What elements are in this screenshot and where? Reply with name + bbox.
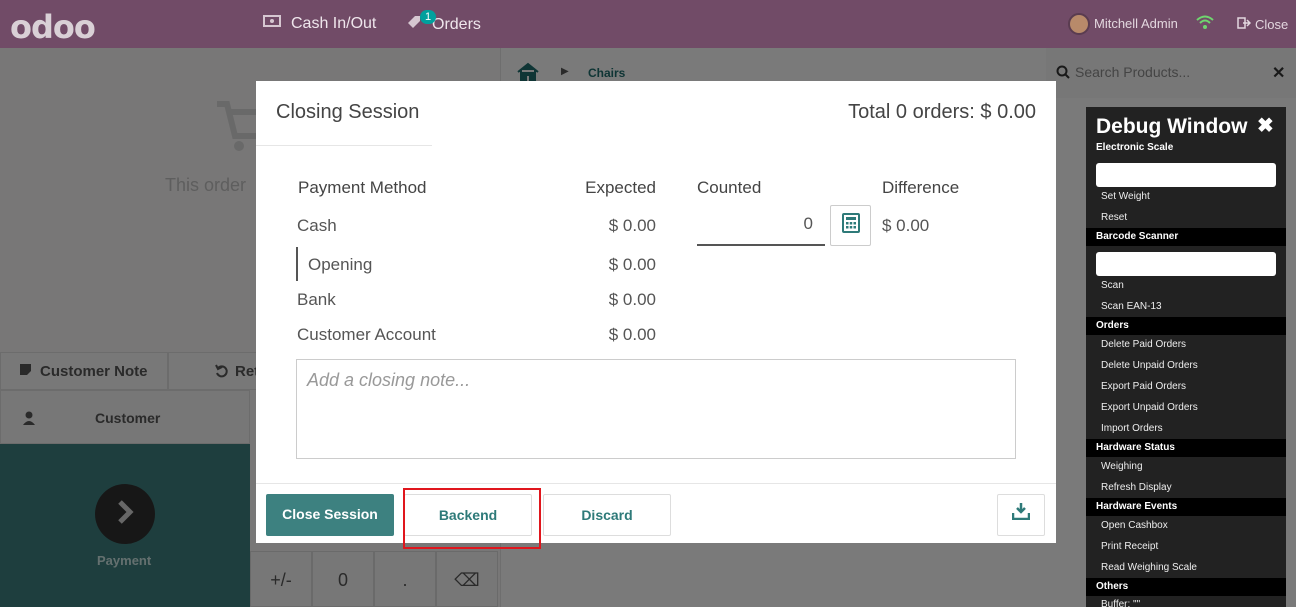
closing-session-dialog: Closing Session Total 0 orders: $ 0.00 P… [256,81,1056,543]
title-divider [256,145,432,146]
cash-in-out-button[interactable]: Cash In/Out [263,14,376,33]
download-icon [1011,495,1031,535]
calculator-icon [841,213,860,238]
row-method-bank: Bank [297,290,336,309]
cash-in-out-label: Cash In/Out [291,14,377,32]
delete-paid-orders-button[interactable]: Delete Paid Orders [1101,339,1186,350]
row-expected-cash: $ 0.00 [608,216,656,235]
scan-ean13-button[interactable]: Scan EAN-13 [1101,301,1162,312]
close-label: Close [1255,17,1289,32]
row-method-opening: Opening [308,255,373,274]
row-method-cash: Cash [297,216,337,235]
debug-window: Debug Window ✖ Electronic Scale Set Weig… [1086,107,1286,607]
debug-section-electronic-scale: Electronic Scale [1096,142,1174,153]
user-name[interactable]: Mitchell Admin [1094,16,1178,31]
calculator-button[interactable] [830,205,871,246]
orders-label: Orders [432,15,481,33]
weight-input[interactable] [1096,163,1276,187]
close-session-button[interactable]: Close Session [266,494,394,536]
highlight-annotation [403,488,541,549]
sign-out-icon [1237,16,1252,33]
header-difference: Difference [882,178,960,197]
closing-note-textarea[interactable]: Add a closing note... [296,359,1016,459]
row-difference-cash: $ 0.00 [882,216,930,235]
debug-section-others: Others [1086,578,1286,596]
orders-button[interactable]: Orders [406,14,481,35]
set-weight-button[interactable]: Set Weight [1101,191,1150,202]
open-cashbox-button[interactable]: Open Cashbox [1101,520,1168,531]
header-expected: Expected [585,178,656,197]
closing-note-placeholder: Add a closing note... [307,370,471,390]
header-payment-method: Payment Method [298,178,427,197]
close-pos-button[interactable]: Close [1237,16,1288,33]
cash-icon [263,14,281,33]
debug-section-hardware-events: Hardware Events [1086,498,1286,516]
weighing-status[interactable]: Weighing [1101,461,1143,472]
top-navbar: odoo Cash In/Out Orders 1 Mitchell Admin… [0,0,1296,48]
wifi-icon [1196,14,1214,35]
debug-section-orders: Orders [1086,317,1286,335]
import-orders-button[interactable]: Import Orders [1101,423,1163,434]
row-expected-opening: $ 0.00 [608,255,656,274]
orders-count-badge: 1 [420,10,436,24]
barcode-input[interactable] [1096,252,1276,276]
debug-close-icon[interactable]: ✖ [1257,113,1274,138]
opening-indent-bar [296,247,298,281]
row-method-customer-account: Customer Account [297,325,436,344]
footer-divider [256,483,1056,484]
orders-total: Total 0 orders: $ 0.00 [848,101,1036,123]
refresh-display-button[interactable]: Refresh Display [1101,482,1172,493]
export-paid-orders-button[interactable]: Export Paid Orders [1101,381,1186,392]
buffer-value: Buffer: "" [1101,599,1141,607]
header-counted: Counted [697,178,762,197]
delete-unpaid-orders-button[interactable]: Delete Unpaid Orders [1101,360,1198,371]
debug-section-barcode-scanner: Barcode Scanner [1086,228,1286,246]
odoo-logo: odoo [10,8,96,46]
row-expected-customer-account: $ 0.00 [608,325,656,344]
counted-cash-input[interactable]: 0 [697,205,825,246]
dialog-title: Closing Session [276,101,420,123]
row-expected-bank: $ 0.00 [608,290,656,309]
debug-window-title: Debug Window [1096,115,1248,138]
print-receipt-button[interactable]: Print Receipt [1101,541,1158,552]
download-button[interactable] [997,494,1045,536]
export-unpaid-orders-button[interactable]: Export Unpaid Orders [1101,402,1198,413]
scan-button[interactable]: Scan [1101,280,1124,291]
reset-button[interactable]: Reset [1101,212,1127,223]
discard-button[interactable]: Discard [543,494,671,536]
avatar[interactable] [1068,13,1090,35]
debug-section-hardware-status: Hardware Status [1086,439,1286,457]
read-weighing-scale-button[interactable]: Read Weighing Scale [1101,562,1197,573]
